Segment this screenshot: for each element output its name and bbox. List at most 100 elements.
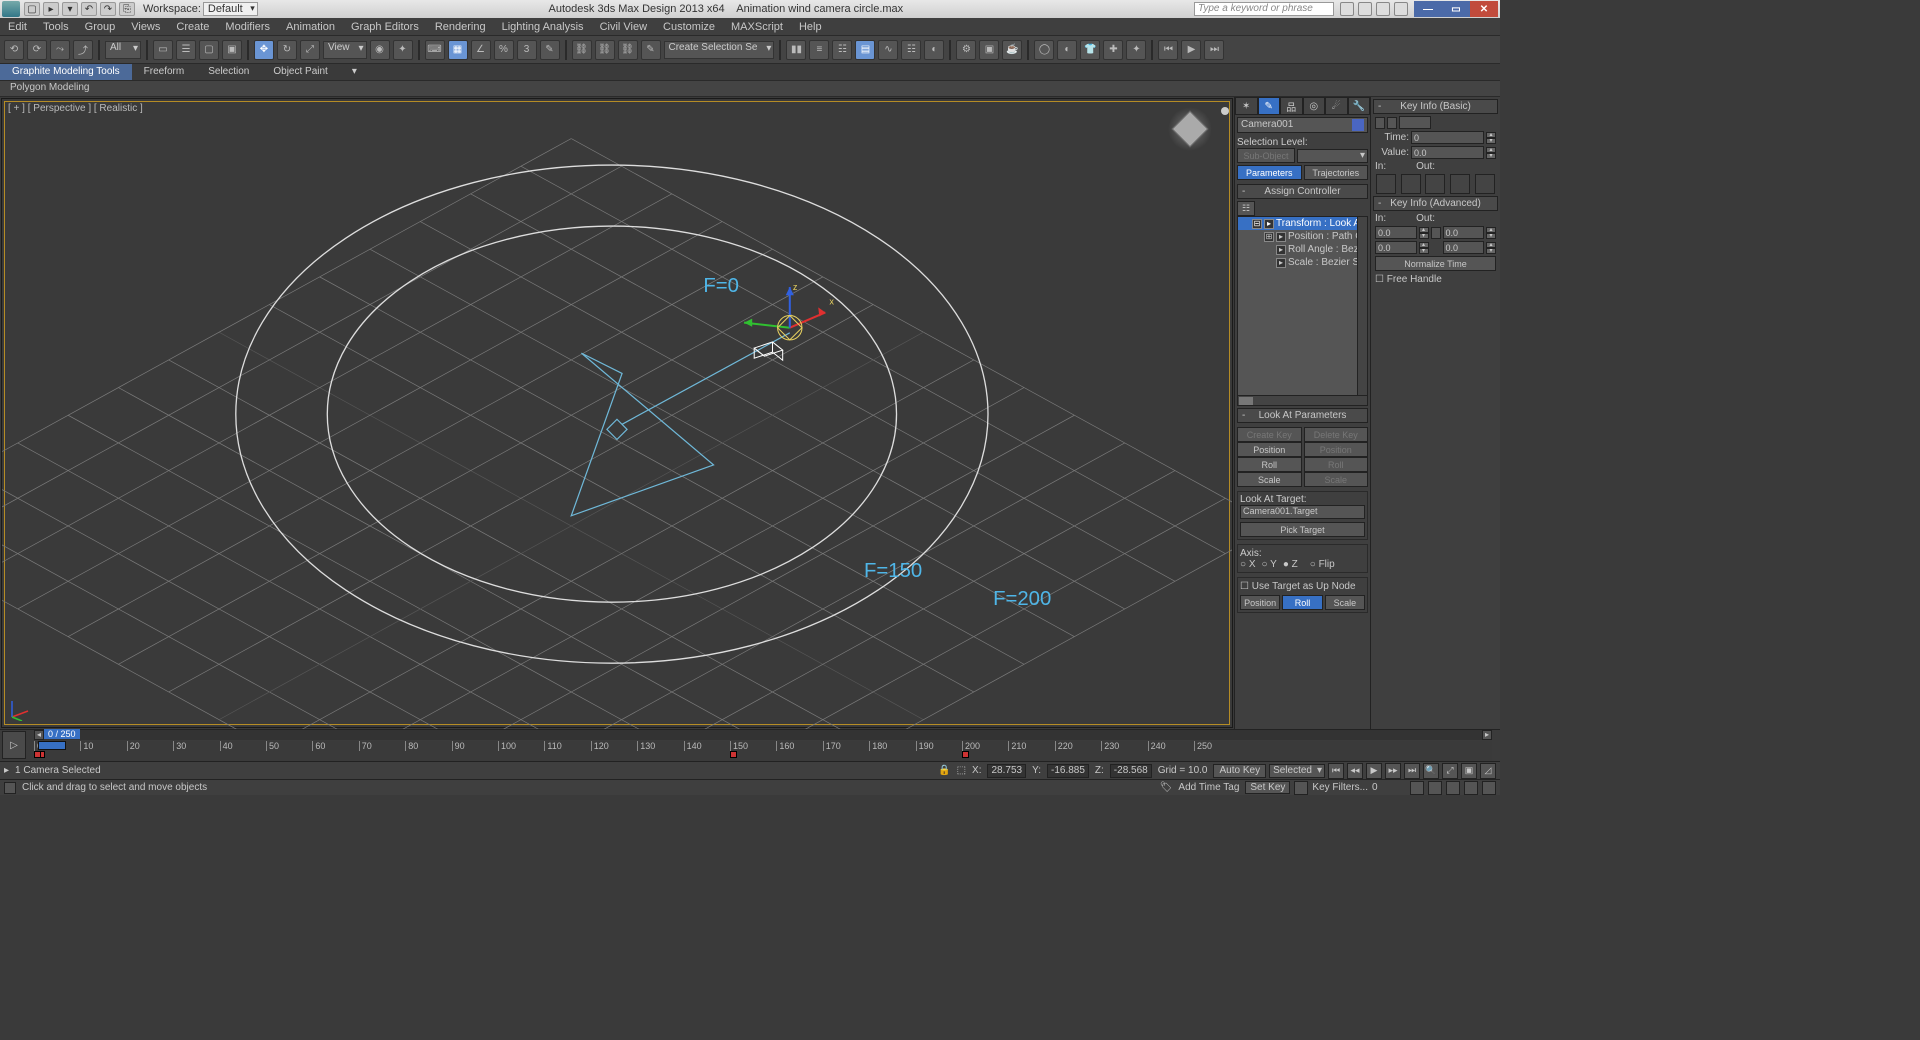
time-spinner[interactable]: ▴▾: [1486, 132, 1496, 144]
tree-hscroll[interactable]: [1238, 395, 1367, 405]
select-name-button[interactable]: ☰: [176, 40, 196, 60]
adv-lock-icon[interactable]: [1431, 227, 1441, 239]
link-icon[interactable]: ⎘: [119, 2, 135, 16]
tree-roll[interactable]: ▸Roll Angle : Bezie: [1238, 243, 1367, 256]
key-filters-button[interactable]: Key Filters...: [1312, 782, 1368, 793]
prevkey-button[interactable]: [1375, 117, 1385, 129]
adv-out-spin2[interactable]: ▴▾: [1486, 242, 1496, 254]
curve-editor-button[interactable]: ∿: [878, 40, 898, 60]
time-tag-icon[interactable]: 🏷: [1160, 782, 1173, 793]
nav-zoomext-icon[interactable]: ▣: [1461, 763, 1477, 779]
keyinfo-basic-rollout[interactable]: Key Info (Basic): [1373, 99, 1498, 114]
keyboard-shortcut-button[interactable]: ⌨: [425, 40, 445, 60]
lookat-params-rollout[interactable]: Look At Parameters: [1237, 408, 1368, 423]
render-setup-button[interactable]: ⚙: [956, 40, 976, 60]
snap-obj4-button[interactable]: ✎: [641, 40, 661, 60]
tree-transform[interactable]: ⊟▸Transform : Look At: [1238, 217, 1367, 230]
ribbon-panel-label[interactable]: Polygon Modeling: [0, 81, 1500, 97]
window-crossing-button[interactable]: ▣: [222, 40, 242, 60]
adv-out-spin1[interactable]: ▴▾: [1486, 227, 1496, 239]
parameters-button[interactable]: Parameters: [1237, 165, 1302, 180]
createkey-position[interactable]: Position: [1237, 442, 1302, 457]
ribbon-tab-objectpaint[interactable]: Object Paint: [261, 64, 339, 80]
named-selection-combo[interactable]: All: [105, 41, 141, 59]
tangent-copy-icon[interactable]: [1425, 174, 1445, 194]
ribbon-toggle-button[interactable]: ▤: [855, 40, 875, 60]
isolate-icon[interactable]: ⬚: [957, 765, 966, 776]
value-spinner[interactable]: ▴▾: [1486, 147, 1496, 159]
nav-pan-icon[interactable]: [1428, 781, 1442, 795]
new-icon[interactable]: ▢: [24, 2, 40, 16]
select-button[interactable]: ▭: [153, 40, 173, 60]
deletekey-scale[interactable]: Scale: [1304, 472, 1369, 487]
signin-icon[interactable]: [1376, 2, 1390, 16]
cv-button-4[interactable]: ✚: [1103, 40, 1123, 60]
value-field[interactable]: 0.0: [1411, 146, 1484, 159]
play-icon[interactable]: ▶: [1366, 763, 1382, 779]
select-rotate-button[interactable]: ↻: [277, 40, 297, 60]
use-target-up-check[interactable]: Use Target as Up Node: [1240, 581, 1356, 592]
keymode-combo[interactable]: Selected: [1269, 764, 1325, 778]
redo-icon[interactable]: ↷: [100, 2, 116, 16]
assign-controller-icon[interactable]: ☷: [1237, 201, 1255, 216]
timeline-collapse-button[interactable]: ▷: [2, 731, 26, 759]
normalize-time-button[interactable]: Normalize Time: [1375, 256, 1496, 271]
select-move-button[interactable]: ✥: [254, 40, 274, 60]
frame-indicator[interactable]: 0 / 250: [44, 729, 80, 739]
app-logo-icon[interactable]: [2, 1, 20, 17]
search-input[interactable]: Type a keyword or phrase: [1194, 2, 1334, 16]
cp-tab-motion-icon[interactable]: ◎: [1303, 97, 1326, 115]
lock-selection-icon[interactable]: 🔒: [938, 765, 950, 776]
snap-obj2-button[interactable]: ⛓: [595, 40, 615, 60]
adv-out-field2[interactable]: 0.0: [1443, 241, 1485, 254]
snap-obj3-button[interactable]: ⛓: [618, 40, 638, 60]
create-selection-set-combo[interactable]: Create Selection Se: [664, 41, 775, 59]
axis-x-radio[interactable]: X: [1240, 559, 1256, 570]
maximize-button[interactable]: ▭: [1442, 1, 1470, 17]
menu-modifiers[interactable]: Modifiers: [217, 21, 278, 33]
add-time-tag[interactable]: Add Time Tag: [1178, 782, 1239, 793]
nextkey-button[interactable]: [1387, 117, 1397, 129]
time-slider-thumb[interactable]: [38, 741, 66, 750]
ribbon-overflow-icon[interactable]: ▾: [340, 64, 369, 80]
save-icon[interactable]: ▾: [62, 2, 78, 16]
angle-snap-button[interactable]: ∠: [471, 40, 491, 60]
adv-in-spin1[interactable]: ▴▾: [1419, 227, 1429, 239]
menu-graph-editors[interactable]: Graph Editors: [343, 21, 427, 33]
cv-button-2[interactable]: ◐: [1057, 40, 1077, 60]
controller-tree[interactable]: ⊟▸Transform : Look At ⊞▸Position : Path …: [1237, 216, 1368, 406]
layer-manager-button[interactable]: ☷: [832, 40, 852, 60]
subobject-button[interactable]: Sub-Object: [1237, 148, 1295, 163]
manipulate-button[interactable]: ✦: [393, 40, 413, 60]
object-color-swatch[interactable]: [1352, 119, 1364, 131]
menu-group[interactable]: Group: [77, 21, 124, 33]
ribbon-tab-freeform[interactable]: Freeform: [132, 64, 197, 80]
menu-views[interactable]: Views: [123, 21, 168, 33]
cv-button-1[interactable]: ◯: [1034, 40, 1054, 60]
keyinfo-adv-rollout[interactable]: Key Info (Advanced): [1373, 196, 1498, 211]
cp-tab-modify-icon[interactable]: ✎: [1258, 97, 1281, 115]
link-button[interactable]: ⤳: [50, 40, 70, 60]
cp-tab-utilities-icon[interactable]: 🔧: [1348, 97, 1371, 115]
menu-customize[interactable]: Customize: [655, 21, 723, 33]
star-icon[interactable]: [1358, 2, 1372, 16]
cv-button-5[interactable]: ✦: [1126, 40, 1146, 60]
nav-orbit-icon[interactable]: [1446, 781, 1460, 795]
pick-target-button[interactable]: Pick Target: [1240, 522, 1365, 537]
undo-button[interactable]: ⟲: [4, 40, 24, 60]
timeline-scroll-right[interactable]: ▸: [1482, 730, 1492, 740]
menu-edit[interactable]: Edit: [0, 21, 35, 33]
maxscript-listener-icon[interactable]: [4, 782, 16, 794]
spinner-snap-button[interactable]: 3: [517, 40, 537, 60]
menu-animation[interactable]: Animation: [278, 21, 343, 33]
help-icon[interactable]: [1394, 2, 1408, 16]
material-editor-button[interactable]: ◐: [924, 40, 944, 60]
render-production-button[interactable]: ☕: [1002, 40, 1022, 60]
snap-obj-button[interactable]: ⛓: [572, 40, 592, 60]
adv-in-spin2[interactable]: ▴▾: [1419, 242, 1429, 254]
goto-end-button[interactable]: ⏭: [1204, 40, 1224, 60]
out-tangent-icon[interactable]: [1450, 174, 1470, 194]
cp-tab-hierarchy-icon[interactable]: 品: [1280, 97, 1303, 115]
menu-civil-view[interactable]: Civil View: [592, 21, 655, 33]
keyframe-marker[interactable]: [730, 751, 737, 758]
